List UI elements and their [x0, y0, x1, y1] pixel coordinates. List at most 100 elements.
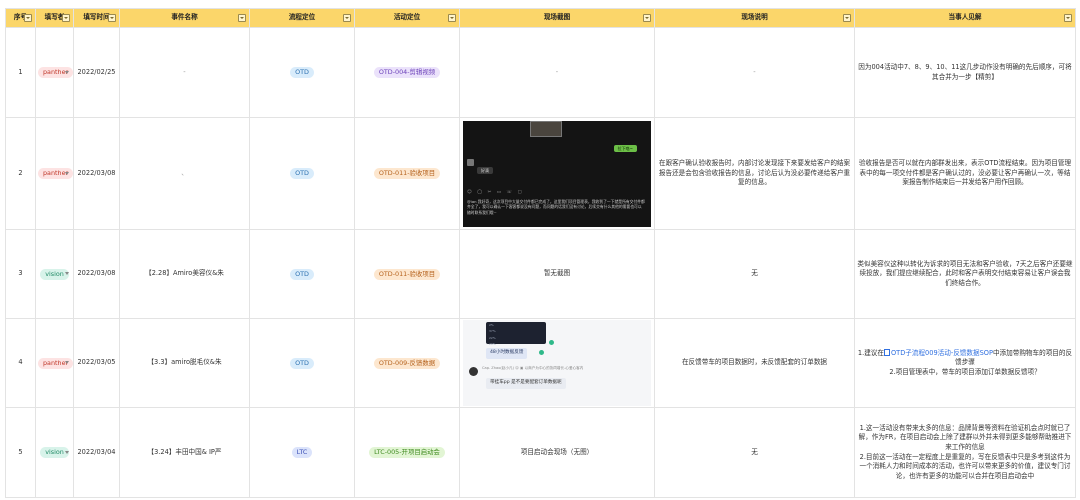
data-table-thumbnail: 2% 37% 22% 20%: [486, 322, 546, 347]
activity-tag: OTD-011-验收项目: [373, 168, 441, 179]
filter-icon[interactable]: [643, 14, 651, 22]
process-tag: OTD: [290, 357, 314, 369]
filter-icon[interactable]: [238, 14, 246, 22]
activity-tag: OTD-009-反馈数据: [373, 357, 441, 369]
cell-author[interactable]: panther: [35, 318, 74, 408]
filter-icon[interactable]: [843, 14, 851, 22]
cell-event[interactable]: 【2.28】Amiro美容仪&朱: [119, 229, 250, 319]
table-row[interactable]: 1 panther 2022/02/25 - OTD OTD-004-剪辑视频 …: [5, 27, 1076, 118]
cell-activity[interactable]: OTD-009-反馈数据: [354, 318, 460, 408]
cell-process[interactable]: LTC: [249, 407, 355, 498]
cell-process[interactable]: OTD: [249, 318, 355, 408]
activity-tag: OTD-004-剪辑视频: [373, 67, 441, 78]
process-tag: OTD: [290, 67, 314, 78]
cell-insight[interactable]: 类似美容仪这种以转化为诉求的项目无法和客户验收，7天之后客户还要继续投放，我们提…: [854, 229, 1076, 319]
cell-desc[interactable]: 在跟客户确认验收报告时，内部讨论发现接下来要发给客户的结案报告还是会包含验收报告…: [654, 117, 855, 230]
cell-no[interactable]: 2: [5, 117, 36, 230]
cell-date[interactable]: 2022/03/08: [73, 229, 120, 319]
col-header-event[interactable]: 事件名称: [119, 8, 250, 28]
cell-author[interactable]: vision: [35, 229, 74, 319]
col-header-desc[interactable]: 现场说明: [654, 8, 855, 28]
filter-icon[interactable]: [1064, 14, 1072, 22]
cell-screenshot[interactable]: 暂无截图: [459, 229, 655, 319]
filter-icon[interactable]: [448, 14, 456, 22]
cell-screenshot[interactable]: -: [459, 27, 655, 118]
cell-author[interactable]: vision: [35, 407, 74, 498]
cell-date[interactable]: 2022/03/05: [73, 318, 120, 408]
table-row[interactable]: 5 vision 2022/03/04 【3.24】丰田中国& IP严 LTC …: [5, 407, 1076, 498]
cell-screenshot[interactable]: 2% 37% 22% 20% 48小时数据反馈 Cap. Zhao(赵小凡) ☺…: [459, 318, 655, 408]
col-header-process[interactable]: 流程定位: [249, 8, 355, 28]
header-row: 序号 填写者 填写时间 事件名称 流程定位 活动定位 现场截图 现场说明 当事人…: [5, 8, 1076, 28]
dropdown-caret-icon[interactable]: [65, 361, 69, 364]
cell-insight[interactable]: 1.建议在 OTD子流程009活动-反馈数据SOP中添加带购物车的项目的反馈步骤 …: [854, 318, 1076, 408]
filter-icon[interactable]: [24, 14, 32, 22]
cell-author[interactable]: panther: [35, 117, 74, 230]
chat-screenshot-image[interactable]: 拉下咯~ 好滴 ☺ ◯ ✂ ▭ ☏ ▢ @ian 我好奇，这次项目中大量交付件都…: [463, 120, 651, 227]
cell-author[interactable]: panther: [35, 27, 74, 118]
cell-insight[interactable]: 验收报告是否可以就在内部群发出来，表示OTD流程结束。因为项目管理表中的每一项交…: [854, 117, 1076, 230]
cell-event[interactable]: 【3.3】amiro脱毛仪&朱: [119, 318, 250, 408]
cell-event[interactable]: 【3.24】丰田中国& IP严: [119, 407, 250, 498]
chat-bubble-received: 好滴: [477, 166, 493, 175]
cell-event[interactable]: -: [119, 27, 250, 118]
sender-name: Cap. Zhao(赵小凡) ☺ ▣ 以商户为中心的协同增长-心爱心客内: [482, 366, 584, 370]
chat-toolbar-icons: ☺ ◯ ✂ ▭ ☏ ▢: [467, 189, 524, 195]
filter-icon[interactable]: [343, 14, 351, 22]
activity-tag: LTC-005-开项目启动会: [369, 447, 445, 458]
cell-no[interactable]: 3: [5, 229, 36, 319]
cell-date[interactable]: 2022/02/25: [73, 27, 120, 118]
cell-event[interactable]: 、: [119, 117, 250, 230]
table-row[interactable]: 3 vision 2022/03/08 【2.28】Amiro美容仪&朱 OTD…: [5, 229, 1076, 319]
cell-insight[interactable]: 1.这一活动没有带来太多的信息：品牌背景等资料在验证机会点时就已了解，作为FR，…: [854, 407, 1076, 498]
table-row[interactable]: 4 panther 2022/03/05 【3.3】amiro脱毛仪&朱 OTD…: [5, 318, 1076, 408]
dropdown-caret-icon[interactable]: [65, 450, 69, 454]
cell-process[interactable]: OTD: [249, 27, 355, 118]
insight-line-1: 1.建议在 OTD子流程009活动-反馈数据SOP中添加带购物车的项目的反馈步骤: [857, 348, 1073, 367]
image-thumbnail: [530, 120, 562, 137]
chat-bubble-sent: 拉下咯~: [613, 144, 637, 153]
cell-insight[interactable]: 因为004活动中7、8、9、10、11这几步动作没有明确的先后顺序，可将其合并为…: [854, 27, 1076, 118]
cell-date[interactable]: 2022/03/04: [73, 407, 120, 498]
col-header-no[interactable]: 序号: [5, 8, 36, 28]
filter-icon[interactable]: [108, 14, 116, 22]
cell-no[interactable]: 1: [5, 27, 36, 118]
cell-desc[interactable]: 无: [654, 407, 855, 498]
chat-bubble: 带挂车pp 是不是要配套订单数据呢: [486, 378, 566, 389]
cell-desc[interactable]: 无: [654, 229, 855, 319]
table-row[interactable]: 2 panther 2022/03/08 、 OTD OTD-011-验收项目 …: [5, 117, 1076, 230]
doc-link[interactable]: OTD子流程009活动-反馈数据SOP: [883, 349, 993, 357]
process-tag: LTC: [291, 447, 313, 458]
avatar: [467, 158, 474, 166]
activity-tag: OTD-011-验收项目: [373, 268, 441, 280]
insight-line-2: 2.项目管理表中，带车的项目添加订单数据反馈项？: [889, 367, 1041, 376]
cell-activity[interactable]: OTD-011-验收项目: [354, 229, 460, 319]
cell-desc[interactable]: 在反馈带车的项目数据时，未反馈配套的订单数据: [654, 318, 855, 408]
chat-draft-message: @ian 我好奇，这次项目中大量交付件都已完成了，这里我们项目管理表，我收到了一…: [467, 198, 645, 215]
col-header-screenshot[interactable]: 现场截图: [459, 8, 655, 28]
chat-screenshot-image[interactable]: 2% 37% 22% 20% 48小时数据反馈 Cap. Zhao(赵小凡) ☺…: [463, 320, 651, 406]
cell-process[interactable]: OTD: [249, 229, 355, 319]
mini-table-cell: 20%: [489, 342, 496, 347]
cell-screenshot[interactable]: 项目启动会现场（无图）: [459, 407, 655, 498]
cell-process[interactable]: OTD: [249, 117, 355, 230]
process-tag: OTD: [290, 168, 314, 179]
dropdown-caret-icon[interactable]: [65, 272, 69, 275]
col-header-insight[interactable]: 当事人见解: [854, 8, 1076, 28]
cell-activity[interactable]: LTC-005-开项目启动会: [354, 407, 460, 498]
chat-bubble: 48小时数据反馈: [486, 348, 528, 359]
cell-activity[interactable]: OTD-011-验收项目: [354, 117, 460, 230]
cell-desc[interactable]: -: [654, 27, 855, 118]
dropdown-caret-icon[interactable]: [65, 70, 69, 74]
cell-activity[interactable]: OTD-004-剪辑视频: [354, 27, 460, 118]
dropdown-caret-icon[interactable]: [65, 171, 69, 175]
cell-no[interactable]: 4: [5, 318, 36, 408]
process-tag: OTD: [290, 268, 314, 280]
cell-date[interactable]: 2022/03/08: [73, 117, 120, 230]
cell-no[interactable]: 5: [5, 407, 36, 498]
filter-icon[interactable]: [62, 14, 70, 22]
col-header-author[interactable]: 填写者: [35, 8, 74, 28]
cell-screenshot[interactable]: 拉下咯~ 好滴 ☺ ◯ ✂ ▭ ☏ ▢ @ian 我好奇，这次项目中大量交付件都…: [459, 117, 655, 230]
col-header-date[interactable]: 填写时间: [73, 8, 120, 28]
col-header-activity[interactable]: 活动定位: [354, 8, 460, 28]
